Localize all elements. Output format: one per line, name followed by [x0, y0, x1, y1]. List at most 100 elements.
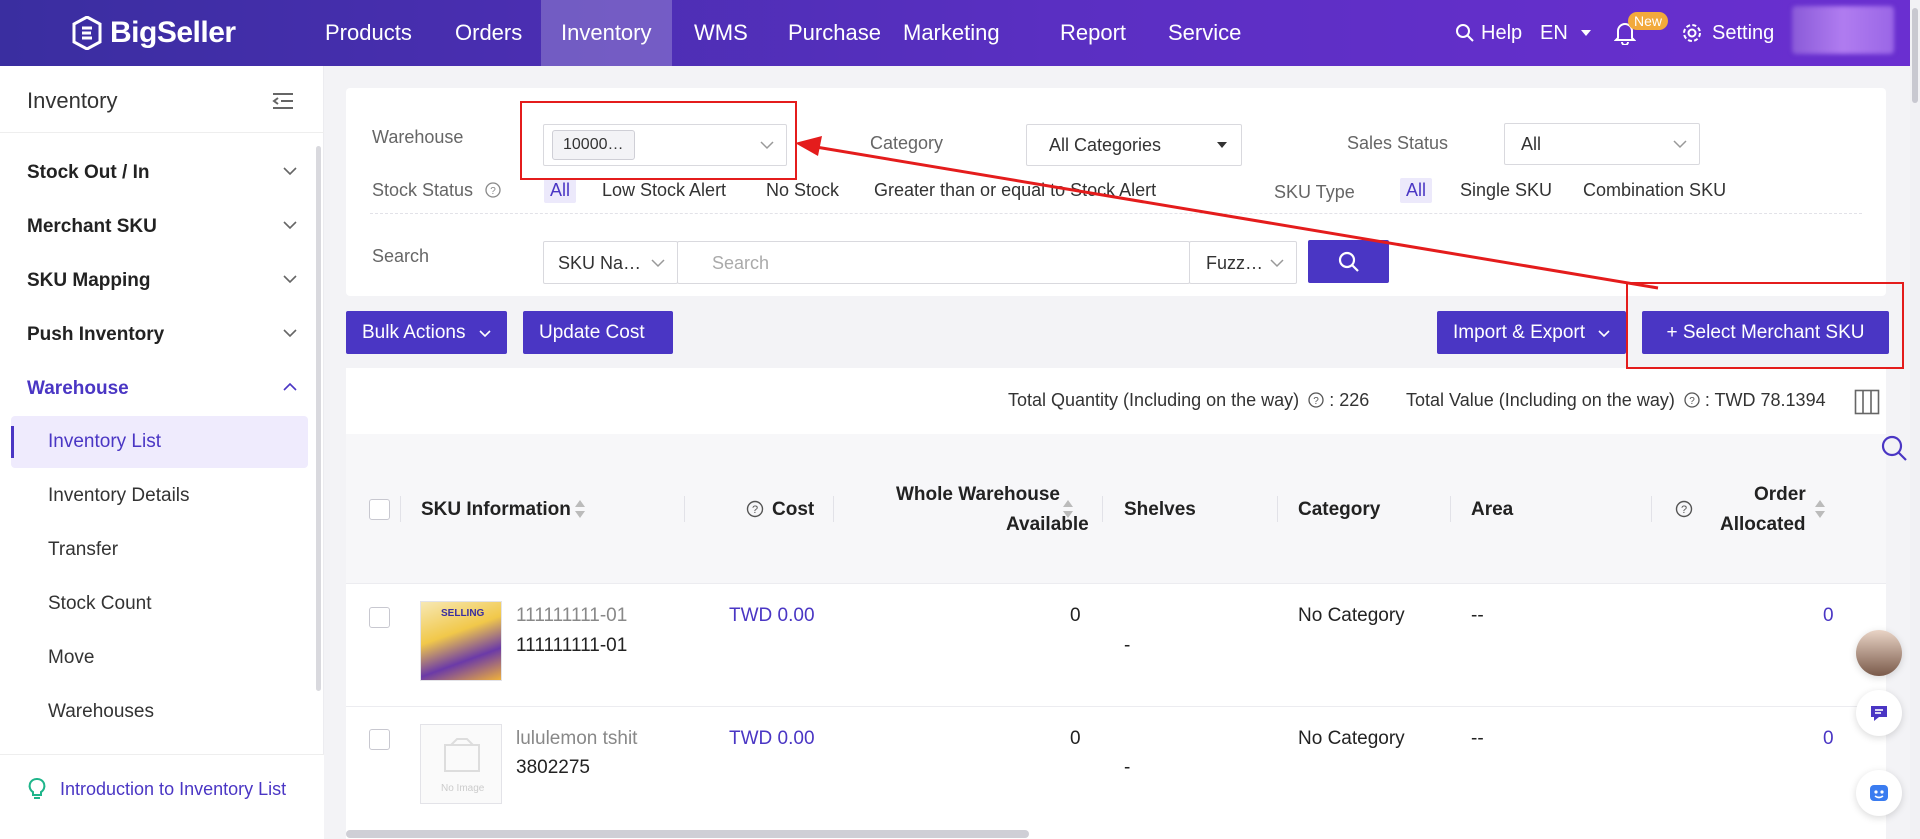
sidebar-scrollbar[interactable]	[316, 146, 321, 691]
nav-orders[interactable]: Orders	[435, 0, 542, 66]
sales-status-select[interactable]: All	[1504, 123, 1700, 165]
svg-text:?: ?	[1689, 396, 1695, 407]
allocated-qty[interactable]: 0	[1823, 728, 1834, 750]
sidebar-item-stock-count[interactable]: Stock Count	[11, 578, 308, 630]
help-circle-icon[interactable]: ?	[1684, 392, 1700, 408]
warehouse-label: Warehouse	[372, 127, 464, 147]
row-divider	[346, 706, 1886, 707]
stock-status-all[interactable]: All	[544, 178, 577, 203]
user-account-avatar[interactable]	[1792, 6, 1894, 54]
sidebar-item-warehouses[interactable]: Warehouses	[11, 686, 308, 738]
sidebar-group-warehouse[interactable]: Warehouse	[27, 378, 297, 400]
notification-button[interactable]	[1614, 0, 1636, 66]
category-value: No Category	[1298, 728, 1405, 749]
header-cost: Cost	[772, 499, 815, 520]
select-all-checkbox[interactable]	[369, 499, 390, 520]
support-agent-avatar[interactable]	[1856, 630, 1902, 676]
header-allocated: Allocated	[1720, 514, 1806, 535]
sidebar-group-label: Stock Out / In	[27, 162, 150, 183]
sort-icon[interactable]	[1814, 499, 1826, 519]
nav-purchase[interactable]: Purchase	[768, 0, 901, 66]
help-circle-icon[interactable]: ?	[1675, 500, 1693, 518]
search-mode-select[interactable]: Fuzz…	[1189, 241, 1297, 284]
column-divider	[684, 496, 685, 522]
smile-bot-icon	[1870, 785, 1888, 801]
language-select[interactable]: EN	[1540, 0, 1592, 66]
chevron-down-icon	[479, 330, 491, 338]
category-select[interactable]: All Categories	[1026, 124, 1242, 166]
sidebar-item-move[interactable]: Move	[11, 632, 308, 684]
bigseller-logo[interactable]: BigSeller	[72, 15, 236, 51]
stock-status-low-stock-alert[interactable]: Low Stock Alert	[602, 180, 726, 201]
sort-icon[interactable]	[574, 499, 586, 519]
column-divider	[1651, 496, 1652, 522]
row-checkbox[interactable]	[369, 729, 390, 750]
help-circle-icon[interactable]: ?	[485, 182, 501, 198]
assistant-button[interactable]	[1856, 770, 1902, 816]
nav-inventory[interactable]: Inventory	[541, 0, 672, 66]
header-sku-information[interactable]: SKU Information	[421, 499, 571, 521]
horizontal-scrollbar[interactable]	[346, 830, 1029, 838]
svg-text:?: ?	[752, 504, 758, 516]
help-circle-icon[interactable]: ?	[1308, 392, 1324, 408]
sku-type-all[interactable]: All	[1400, 178, 1433, 203]
thumbnail-text: No Image	[441, 783, 485, 794]
annotation-box-warehouse	[520, 101, 797, 180]
sidebar-title: Inventory	[27, 88, 118, 113]
floating-search-icon[interactable]	[1880, 434, 1908, 462]
sidebar-item-inventory-list[interactable]: Inventory List	[11, 416, 308, 468]
sidebar-group-sku-mapping[interactable]: SKU Mapping	[27, 270, 297, 292]
sidebar: Inventory Stock Out / In Merchant SKU SK…	[0, 66, 324, 839]
import-export-button[interactable]: Import & Export	[1437, 311, 1627, 354]
search-input[interactable]: Search	[677, 241, 1190, 284]
top-navigation-bar: BigSeller Products Orders Inventory WMS …	[0, 0, 1920, 66]
help-link[interactable]: Help	[1455, 0, 1522, 66]
collapse-sidebar-icon[interactable]	[272, 92, 294, 110]
thumbnail-text: SELLING	[441, 608, 485, 619]
page-scrollbar-thumb[interactable]	[1912, 8, 1918, 103]
row-checkbox[interactable]	[369, 607, 390, 628]
product-thumbnail[interactable]: SELLING	[420, 601, 502, 681]
allocated-qty[interactable]: 0	[1823, 605, 1834, 627]
sidebar-item-transfer[interactable]: Transfer	[11, 524, 308, 576]
sort-icon[interactable]	[1062, 499, 1074, 519]
setting-link[interactable]: Setting	[1682, 0, 1774, 66]
nav-marketing[interactable]: Marketing	[883, 0, 1020, 66]
search-icon	[1338, 251, 1359, 272]
cost-value[interactable]: TWD 0.00	[729, 605, 815, 627]
sidebar-intro-link[interactable]: Introduction to Inventory List	[0, 754, 324, 839]
sidebar-group-push-inventory[interactable]: Push Inventory	[27, 324, 297, 346]
available-qty: 0	[1070, 728, 1081, 749]
product-thumbnail-placeholder[interactable]: No Image	[420, 724, 502, 804]
nav-wms[interactable]: WMS	[674, 0, 768, 66]
chevron-down-icon	[283, 167, 297, 176]
search-button[interactable]	[1308, 240, 1389, 283]
stock-status-greater-equal-alert[interactable]: Greater than or equal to Stock Alert	[874, 180, 1156, 201]
stock-status-no-stock[interactable]: No Stock	[766, 180, 839, 201]
sidebar-group-stock-out-in[interactable]: Stock Out / In	[27, 162, 297, 184]
help-circle-icon[interactable]: ?	[746, 500, 764, 518]
bigseller-logo-icon	[72, 16, 102, 50]
nav-service[interactable]: Service	[1148, 0, 1261, 66]
column-divider	[1102, 496, 1103, 522]
header-category: Category	[1298, 499, 1381, 520]
nav-products[interactable]: Products	[305, 0, 432, 66]
caret-down-icon	[1580, 30, 1591, 36]
chat-button[interactable]	[1856, 690, 1902, 736]
sales-status-value: All	[1521, 134, 1542, 154]
svg-text:?: ?	[1313, 396, 1319, 407]
area-value: --	[1471, 728, 1484, 749]
help-label: Help	[1481, 22, 1523, 44]
bulk-actions-button[interactable]: Bulk Actions	[346, 311, 507, 354]
sidebar-item-inventory-details[interactable]: Inventory Details	[11, 470, 308, 522]
sidebar-group-merchant-sku[interactable]: Merchant SKU	[27, 216, 297, 238]
page-scrollbar[interactable]	[1910, 0, 1920, 839]
cost-value[interactable]: TWD 0.00	[729, 728, 815, 750]
category-value: No Category	[1298, 605, 1405, 626]
column-settings-icon[interactable]	[1854, 389, 1880, 415]
update-cost-button[interactable]: Update Cost	[523, 311, 673, 354]
sku-type-single[interactable]: Single SKU	[1460, 180, 1552, 201]
search-field-select[interactable]: SKU Na…	[543, 241, 678, 284]
sku-type-combination[interactable]: Combination SKU	[1583, 180, 1726, 201]
nav-report[interactable]: Report	[1040, 0, 1146, 66]
